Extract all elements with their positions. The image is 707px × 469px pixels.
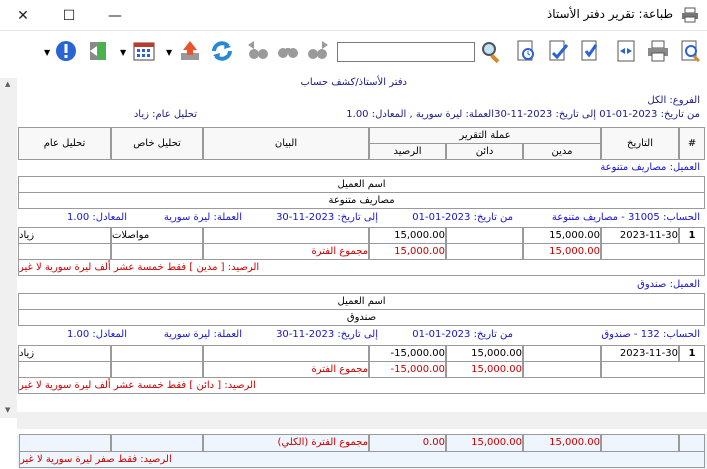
subtotal-blank xyxy=(601,361,705,378)
balance-text: الرصيد: [ دائن ] فقط خمسة عشر ألف ليرة س… xyxy=(18,377,705,394)
client-name: صندوق xyxy=(18,309,705,326)
col-general-analysis: تحليل عام xyxy=(18,127,111,160)
close-button[interactable]: ✕ xyxy=(0,0,46,31)
equivalent-label: المعادل: 1.00 xyxy=(66,329,127,340)
zoom-icon[interactable] xyxy=(677,37,705,65)
row-debit xyxy=(523,345,601,362)
dropdown-arrow-icon[interactable]: ▼ xyxy=(166,48,172,57)
client-label: العميل: مصاريف متنوعة xyxy=(600,162,700,173)
print-preview-check-icon[interactable] xyxy=(544,37,572,65)
to-date: إلى تاريخ: 2023-11-30 xyxy=(276,212,378,223)
help-icon[interactable] xyxy=(52,37,80,65)
exit-icon[interactable] xyxy=(84,37,112,65)
branches: الفروع: الكل xyxy=(647,95,700,106)
report-currency: العملة: ليرة سورية , المعادل: 1.00 xyxy=(346,109,494,120)
total-balance-text: الرصيد: فقط صفر ليرة سورية لا غير xyxy=(19,451,705,468)
printer-icon xyxy=(681,7,699,23)
find-previous-icon[interactable] xyxy=(244,37,272,65)
dropdown-arrow-icon[interactable]: ▼ xyxy=(120,48,126,57)
client-name-header: اسم العميل xyxy=(18,293,705,310)
general-analysis-filter: تحليل عام: زياد xyxy=(133,109,197,120)
total-balance: 0.00 xyxy=(369,434,446,452)
title-bar: ✕ ☐ — طباعة: تقرير دفتر الأستاذ xyxy=(0,0,707,31)
report-area: دفتر الأستاذ/كشف حساب الفروع: الكل من تا… xyxy=(0,72,707,469)
subtotal-blank xyxy=(601,243,705,260)
subtotal-credit xyxy=(446,243,523,260)
total-blank xyxy=(111,434,203,452)
subtotal-blank xyxy=(18,243,111,260)
col-credit: دائن xyxy=(446,143,523,160)
print-icon[interactable] xyxy=(644,37,672,65)
row-general-analysis: زياد xyxy=(18,227,111,244)
balance-text: الرصيد: [ مدين ] فقط خمسة عشر ألف ليرة س… xyxy=(18,259,705,276)
col-special-analysis: تحليل خاص xyxy=(111,127,203,160)
subtotal-blank xyxy=(111,243,203,260)
row-balance: 15,000.00- xyxy=(369,345,446,362)
report-title: دفتر الأستاذ/كشف حساب xyxy=(300,77,407,88)
row-num: 1 xyxy=(679,227,705,244)
row-date: 2023-11-30 xyxy=(601,227,679,244)
subtotal-debit xyxy=(523,361,601,378)
account-label: الحساب: 132 - صندوق xyxy=(601,329,700,340)
row-credit xyxy=(446,227,523,244)
window-title: طباعة: تقرير دفتر الأستاذ xyxy=(546,7,673,21)
row-num: 1 xyxy=(679,345,705,362)
row-statement xyxy=(203,227,369,244)
calendar-icon[interactable] xyxy=(130,37,158,65)
total-credit: 15,000.00 xyxy=(446,434,523,452)
client-label: العميل: صندوق xyxy=(637,279,700,290)
subtotal-balance: 15,000.00 xyxy=(369,243,446,260)
search-input[interactable] xyxy=(337,42,475,62)
total-blank xyxy=(679,434,705,452)
minimize-button[interactable]: — xyxy=(92,0,138,31)
col-num: # xyxy=(679,127,705,160)
binoculars-icon[interactable] xyxy=(274,37,302,65)
row-debit: 15,000.00 xyxy=(523,227,601,244)
grand-total-footer: 15,000.00 15,000.00 0.00 مجموع الفترة (ا… xyxy=(17,434,707,469)
total-label: مجموع الفترة (الكلي) xyxy=(203,434,369,452)
col-statement: البيان xyxy=(203,127,369,160)
col-report-currency: عملة التقرير xyxy=(369,127,601,144)
subtotal-debit: 15,000.00 xyxy=(523,243,601,260)
subtotal-credit: 15,000.00 xyxy=(446,361,523,378)
date-range: من تاريخ: 2023-01-01 إلى تاريخ: 2023-11-… xyxy=(494,109,700,120)
toolbar: ▼ ▼ ▼ xyxy=(0,33,707,71)
select-pages-icon[interactable] xyxy=(576,37,604,65)
col-date: التاريخ xyxy=(601,127,679,160)
client-name-header: اسم العميل xyxy=(18,176,705,193)
to-date: إلى تاريخ: 2023-11-30 xyxy=(276,329,378,340)
page-setup-icon[interactable] xyxy=(512,37,540,65)
refresh-icon[interactable] xyxy=(208,37,236,65)
currency-label: العملة: ليرة سورية xyxy=(163,212,242,223)
row-balance: 15,000.00 xyxy=(369,227,446,244)
subtotal-label: مجموع الفترة xyxy=(203,243,369,260)
from-date: من تاريخ: 2023-01-01 xyxy=(412,212,513,223)
subtotal-blank xyxy=(111,361,203,378)
row-special-analysis: مواصلات xyxy=(111,227,203,244)
find-next-icon[interactable] xyxy=(304,37,332,65)
total-blank xyxy=(601,434,679,452)
account-label: الحساب: 31005 - مصاريف متنوعة xyxy=(551,212,700,223)
total-blank xyxy=(19,434,111,452)
row-date: 2023-11-30 xyxy=(601,345,679,362)
col-debit: مدين xyxy=(523,143,601,160)
from-date: من تاريخ: 2023-01-01 xyxy=(412,329,513,340)
subtotal-label: مجموع الفترة xyxy=(203,361,369,378)
client-name: مصاريف متنوعة xyxy=(18,192,705,209)
row-special-analysis xyxy=(111,345,203,362)
total-debit: 15,000.00 xyxy=(523,434,601,452)
subtotal-balance: 15,000.00- xyxy=(369,361,446,378)
export-icon[interactable] xyxy=(176,37,204,65)
col-balance: الرصيد xyxy=(369,143,446,160)
row-statement xyxy=(203,345,369,362)
dropdown-arrow-icon[interactable]: ▼ xyxy=(44,48,50,57)
search-icon[interactable] xyxy=(477,37,505,65)
maximize-button[interactable]: ☐ xyxy=(46,0,92,31)
subtotal-blank xyxy=(18,361,111,378)
row-credit: 15,000.00 xyxy=(446,345,523,362)
row-general-analysis: زياد xyxy=(18,345,111,362)
fit-width-icon[interactable] xyxy=(612,37,640,65)
currency-label: العملة: ليرة سورية xyxy=(163,329,242,340)
equivalent-label: المعادل: 1.00 xyxy=(66,212,127,223)
